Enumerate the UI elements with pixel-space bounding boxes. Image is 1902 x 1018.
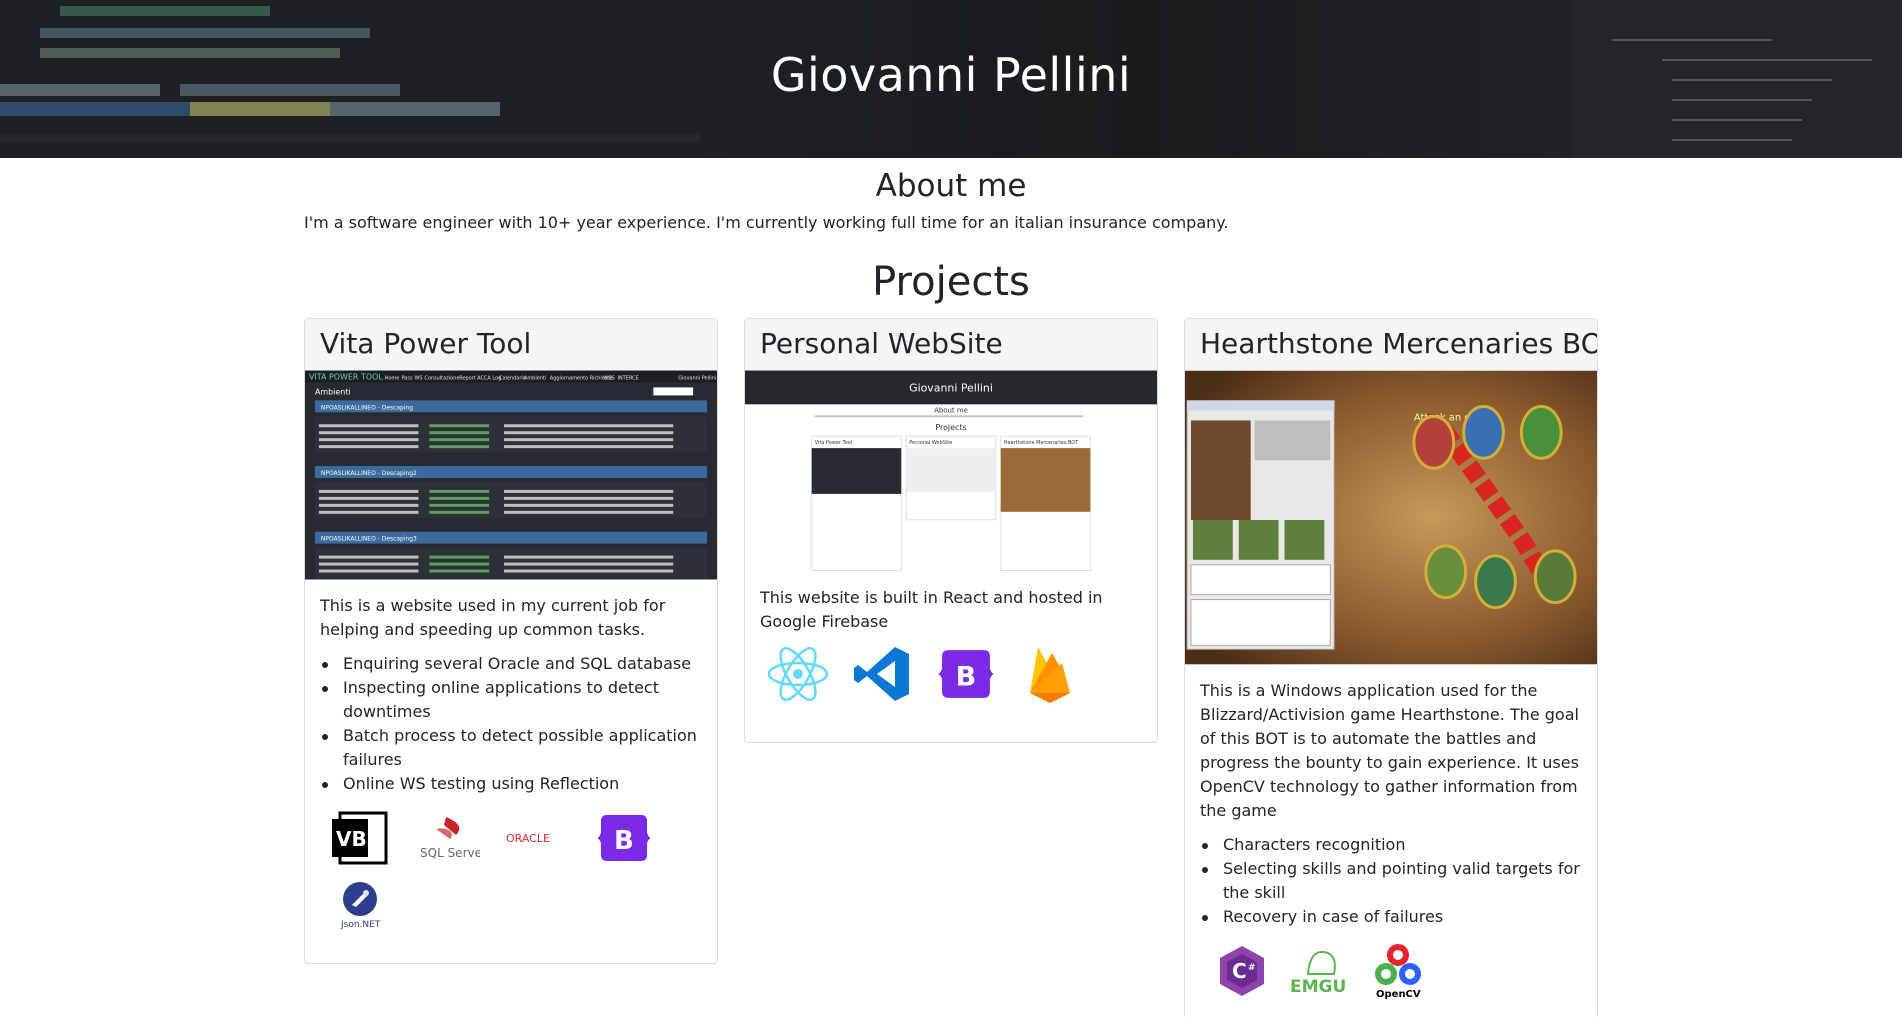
bootstrap-icon: B [934,644,998,704]
screenshot-menu: WS [414,375,422,381]
svg-text:VB: VB [336,827,367,851]
bootstrap-icon: B [592,808,656,868]
projects-title: Projects [872,259,1030,305]
screenshot-menu: WSS [604,375,615,381]
about-text: I'm a software engineer with 10+ year ex… [304,213,1229,232]
tech-icons: C # EMGU OpenCV [1200,941,1582,1001]
svg-text:OpenCV: OpenCV [1376,989,1421,999]
personal-website-screenshot: Giovanni Pellini About me Projects Vita … [745,370,1157,576]
svg-text:EMGU: EMGU [1290,977,1346,997]
vscode-icon [850,644,914,704]
card-title: Hearthstone Mercenaries BOT [1185,319,1597,370]
card-body: This is a website used in my current job… [305,580,717,944]
screenshot-page-title: Ambienti [315,387,351,396]
svg-text:Json.NET: Json.NET [340,920,381,929]
projects-grid: Vita Power Tool VITA POWER TOOL Home Pas… [301,318,1601,1018]
project-card-personal-website: Personal WebSite Giovanni Pellini About … [744,318,1158,743]
screenshot-menu: INTERCE [617,375,638,381]
svg-text:B: B [614,826,634,856]
about-title: About me [875,168,1027,204]
svg-text:Projects: Projects [935,423,966,432]
screenshot-menu: Consultazione [424,375,459,381]
svg-text:About me: About me [934,406,968,414]
page-header: Giovanni Pellini [0,0,1902,158]
svg-text:Personal WebSite: Personal WebSite [909,440,952,446]
screenshot-menu: Ambienti [524,375,546,381]
svg-text:B: B [956,661,977,692]
card-title: Personal WebSite [745,319,1157,370]
screenshot-env-title: NPOASLIKALLINEO - Descaping [321,404,413,411]
oracle-icon: ORACLE [504,808,568,868]
card-title: Vita Power Tool [305,319,717,370]
feature-list: Enquiring several Oracle and SQL databas… [320,652,702,796]
screenshot-menu: Pass [402,375,413,381]
feature-item: Enquiring several Oracle and SQL databas… [320,652,702,676]
project-card-vita-power-tool: Vita Power Tool VITA POWER TOOL Home Pas… [304,318,718,964]
svg-text:Vita Power Tool: Vita Power Tool [815,440,853,446]
svg-text:Giovanni Pellini: Giovanni Pellini [909,381,993,394]
tech-icons: VB SQL Server ORACLE [320,808,702,934]
svg-text:C: C [1232,959,1247,983]
feature-list: Characters recognition Selecting skills … [1200,833,1582,929]
feature-item: Recovery in case of failures [1200,905,1582,929]
screenshot-app-name: VITA POWER TOOL [309,372,383,381]
firebase-icon [1018,644,1082,704]
svg-text:ORACLE: ORACLE [506,832,550,845]
screenshot-menu: Report [459,375,476,381]
project-card-hearthstone-bot: Hearthstone Mercenaries BOT Attack an en… [1184,318,1598,1018]
feature-item: Batch process to detect possible applica… [320,724,702,772]
screenshot-user: Giovanni Pellini [678,375,716,381]
screenshot-menu: Calendario [499,375,526,381]
page-title: Giovanni Pellini [770,48,1132,102]
feature-item: Online WS testing using Reflection [320,772,702,796]
vita-power-tool-screenshot: VITA POWER TOOL Home Pass WS Consultazio… [305,370,717,580]
tech-icons: B [760,644,1142,704]
sql-server-icon: SQL Server [416,808,480,868]
hearthstone-bot-screenshot: Attack an enemy [1185,370,1597,665]
csharp-icon: C # [1210,941,1274,1001]
react-icon [766,644,830,704]
vb-icon: VB [328,808,392,868]
json-net-icon: Json.NET [328,874,392,934]
screenshot-menu: Home [385,375,400,381]
main-content: About me I'm a software engineer with 10… [301,158,1601,1018]
svg-text:SQL Server: SQL Server [420,846,480,860]
project-description: This website is built in React and hoste… [760,588,1103,631]
screenshot-env-title: NPOASLIKALLINEO - Descaping3 [321,536,417,543]
svg-text:Hearthstone Mercenaries BOT: Hearthstone Mercenaries BOT [1004,440,1079,446]
opencv-icon: OpenCV [1366,941,1430,1001]
feature-item: Inspecting online applications to detect… [320,676,702,724]
card-body: This is a Windows application used for t… [1185,665,1597,1011]
screenshot-env-title: NPOASLIKALLINEO - Descaping2 [321,470,417,477]
project-description: This is a website used in my current job… [320,596,666,639]
project-description: This is a Windows application used for t… [1200,681,1579,820]
card-body: This website is built in React and hoste… [745,576,1157,714]
feature-item: Selecting skills and pointing valid targ… [1200,857,1582,905]
feature-item: Characters recognition [1200,833,1582,857]
emgu-icon: EMGU [1288,941,1352,1001]
screenshot-menu: ACCA Log [477,375,501,381]
